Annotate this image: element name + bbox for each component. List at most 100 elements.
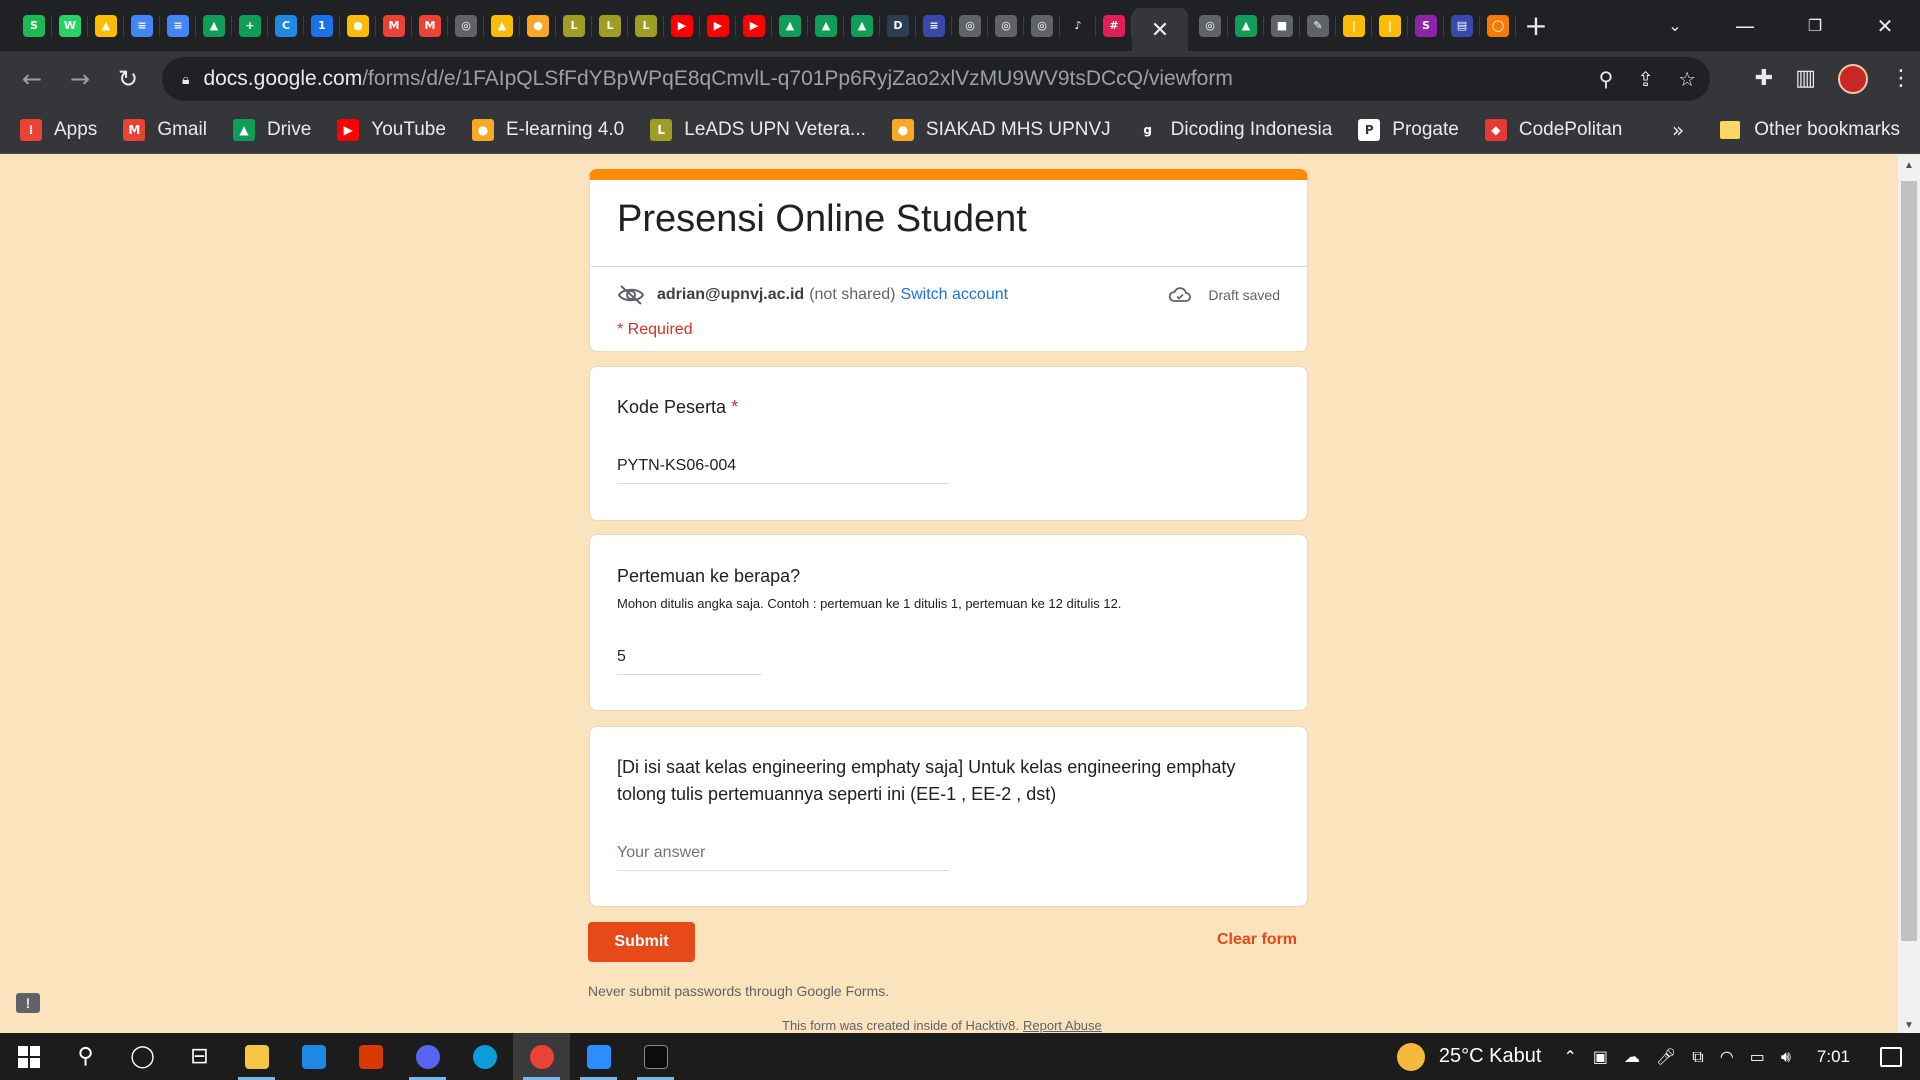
tab-bars[interactable]: | <box>1372 0 1408 51</box>
edge-icon[interactable] <box>456 1033 513 1080</box>
tab-globe[interactable]: ◎ <box>988 0 1024 51</box>
tab-leads[interactable]: L <box>556 0 592 51</box>
wifi-icon[interactable]: ◠ <box>1720 1047 1734 1066</box>
report-abuse-link[interactable]: Report Abuse <box>1023 1018 1102 1033</box>
new-tab-button[interactable]: + <box>1516 0 1556 51</box>
meet-now-icon[interactable]: ▣ <box>1593 1047 1608 1066</box>
active-tab[interactable]: ✕ <box>1132 8 1188 51</box>
tab-chart[interactable]: ▤ <box>1444 0 1480 51</box>
tab-drive[interactable]: ▲ <box>1228 0 1264 51</box>
tab-spotify[interactable]: S <box>16 0 52 51</box>
reload-button[interactable]: ↻ <box>104 55 152 103</box>
side-panel-icon[interactable]: ▥ <box>1795 66 1816 91</box>
page-scrollbar[interactable]: ▲ ▼ <box>1898 155 1920 1035</box>
tab-globe[interactable]: ◎ <box>1024 0 1060 51</box>
file-explorer-icon[interactable] <box>228 1033 285 1080</box>
pertemuan-input[interactable] <box>617 648 762 675</box>
tab-keep[interactable]: ● <box>340 0 376 51</box>
tab-docs[interactable]: ≡ <box>160 0 196 51</box>
tab-leads[interactable]: L <box>592 0 628 51</box>
tab-drive[interactable]: ▲ <box>772 0 808 51</box>
tab-ring[interactable]: ◯ <box>1480 0 1516 51</box>
tab-search-icon[interactable]: ⌄ <box>1640 4 1710 48</box>
ee-answer-input[interactable] <box>617 844 949 871</box>
tab-slack[interactable]: # <box>1096 0 1132 51</box>
tray-chevron-icon[interactable]: ⌃ <box>1563 1047 1576 1066</box>
tab-drive[interactable]: ▲ <box>484 0 520 51</box>
share-icon[interactable]: ⇪ <box>1637 67 1654 91</box>
start-windows-icon[interactable] <box>0 1033 57 1080</box>
zoom-app-icon[interactable] <box>570 1033 627 1080</box>
tab-globe[interactable]: ◎ <box>1192 0 1228 51</box>
close-window-button[interactable]: ✕ <box>1850 4 1920 48</box>
bookmark-item[interactable]: L LeADS UPN Vetera... <box>650 118 866 141</box>
discord-icon[interactable] <box>399 1033 456 1080</box>
onedrive-icon[interactable]: ☁ <box>1624 1047 1640 1066</box>
forward-button[interactable]: → <box>56 55 104 103</box>
feedback-icon[interactable]: ! <box>16 993 40 1013</box>
tab-bars[interactable]: | <box>1336 0 1372 51</box>
extensions-icon[interactable]: ✚ <box>1755 66 1773 91</box>
scroll-thumb[interactable] <box>1901 181 1917 941</box>
weather-icon[interactable] <box>1396 1042 1425 1071</box>
mail-icon[interactable] <box>285 1033 342 1080</box>
battery-icon[interactable]: ▭ <box>1750 1047 1765 1066</box>
tab-youtube[interactable]: ▶ <box>664 0 700 51</box>
terminal-icon[interactable] <box>627 1033 684 1080</box>
tab-docs[interactable]: ≡ <box>124 0 160 51</box>
chrome-menu-icon[interactable]: ⋮ <box>1890 66 1912 91</box>
bookmark-item[interactable]: ● SIAKAD MHS UPNVJ <box>891 118 1111 141</box>
bookmark-item[interactable]: M Gmail <box>123 118 207 141</box>
tab-pencil[interactable]: ✎ <box>1300 0 1336 51</box>
tab-gmail[interactable]: M <box>412 0 448 51</box>
kode-peserta-input[interactable] <box>617 457 949 484</box>
tab-calendar[interactable]: 1 <box>304 0 340 51</box>
scroll-down-arrow-icon[interactable]: ▼ <box>1898 1015 1920 1035</box>
bookmark-item[interactable]: ▲ Drive <box>232 118 311 141</box>
bookmark-item[interactable]: ⁞ Apps <box>20 118 97 141</box>
bookmark-item[interactable]: g Dicoding Indonesia <box>1136 118 1332 141</box>
bookmark-star-icon[interactable]: ☆ <box>1678 67 1696 91</box>
back-button[interactable]: ← <box>8 55 56 103</box>
more-bookmarks-chevron-icon[interactable]: » <box>1672 118 1684 142</box>
bookmark-item[interactable]: ◆ CodePolitan <box>1484 118 1622 141</box>
submit-button[interactable]: Submit <box>588 922 695 962</box>
tab-youtube[interactable]: ▶ <box>736 0 772 51</box>
cortana-icon[interactable]: ◯ <box>114 1033 171 1080</box>
office-icon[interactable] <box>342 1033 399 1080</box>
search-icon[interactable]: ⚲ <box>57 1033 114 1080</box>
microphone-icon[interactable]: 🎤︎ <box>1656 1047 1676 1066</box>
switch-account-link[interactable]: Switch account <box>900 286 1008 304</box>
tab-drive[interactable]: ▲ <box>844 0 880 51</box>
tab-globe[interactable]: ◎ <box>952 0 988 51</box>
tab-sheets-plus[interactable]: + <box>232 0 268 51</box>
tab-swirl[interactable]: S <box>1408 0 1444 51</box>
tab-dicoding[interactable]: D <box>880 0 916 51</box>
close-tab-icon[interactable]: ✕ <box>1151 17 1169 43</box>
zoom-icon[interactable]: ⚲ <box>1599 67 1614 91</box>
address-bar[interactable]: 🔒︎ docs.google.com/forms/d/e/1FAIpQLSfFd… <box>162 57 1710 101</box>
tab-drive[interactable]: ▲ <box>88 0 124 51</box>
minimize-button[interactable]: — <box>1710 4 1780 48</box>
restore-button[interactable]: ❐ <box>1780 4 1850 48</box>
chrome-icon[interactable] <box>513 1033 570 1080</box>
tab-tiktok[interactable]: ♪ <box>1060 0 1096 51</box>
scroll-up-arrow-icon[interactable]: ▲ <box>1898 155 1920 175</box>
tab-drive[interactable]: ▲ <box>196 0 232 51</box>
bookmark-item[interactable]: P Progate <box>1358 118 1459 141</box>
bookmark-item[interactable]: ▶ YouTube <box>337 118 446 141</box>
tab-globe[interactable]: ◎ <box>448 0 484 51</box>
tab-leads[interactable]: L <box>628 0 664 51</box>
tab-siakad[interactable]: ● <box>520 0 556 51</box>
weather-temperature[interactable]: 25°C Kabut <box>1439 1045 1542 1068</box>
task-view-icon[interactable]: ⊟ <box>171 1033 228 1080</box>
notification-center-icon[interactable] <box>1880 1046 1902 1067</box>
tab-whatsapp[interactable]: W <box>52 0 88 51</box>
tab-site[interactable]: ≡ <box>916 0 952 51</box>
tab-youtube[interactable]: ▶ <box>700 0 736 51</box>
profile-avatar[interactable] <box>1838 63 1868 94</box>
clock[interactable]: 7:01 <box>1817 1047 1850 1067</box>
tab-contacts[interactable]: ■ <box>1264 0 1300 51</box>
bookmark-item[interactable]: ● E-learning 4.0 <box>471 118 624 141</box>
clear-form-button[interactable]: Clear form <box>1217 931 1297 949</box>
